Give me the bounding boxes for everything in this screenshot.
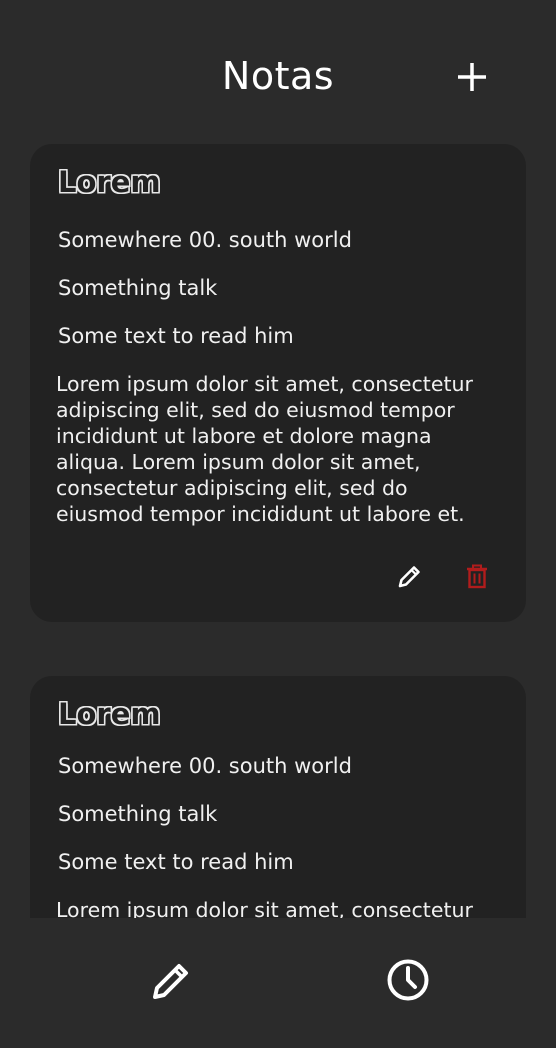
note-line: Somewhere 00. south world	[58, 228, 352, 252]
note-line: Some text to read him	[58, 324, 294, 348]
nav-history-button[interactable]	[384, 956, 432, 1004]
nav-edit-button[interactable]	[148, 956, 196, 1004]
clock-icon	[387, 959, 429, 1001]
note-line: Somewhere 00. south world	[58, 754, 352, 778]
notes-list[interactable]: Lorem Somewhere 00. south world Somethin…	[0, 144, 556, 918]
header: Notas	[0, 0, 556, 150]
note-body: Lorem ipsum dolor sit amet, consectetur	[56, 898, 473, 918]
notes-app: Notas Lorem Somewhere 00. south world So…	[0, 0, 556, 1048]
note-card[interactable]: Lorem Somewhere 00. south world Somethin…	[30, 144, 526, 622]
pencil-icon	[398, 566, 420, 588]
note-actions	[390, 560, 510, 594]
note-line: Something talk	[58, 276, 218, 300]
note-title: Lorem	[58, 165, 161, 199]
note-body: Lorem ipsum dolor sit amet, consectetur …	[56, 372, 473, 526]
trash-icon	[467, 564, 487, 589]
note-line: Some text to read him	[58, 850, 294, 874]
note-title: Lorem	[58, 697, 161, 731]
note-line: Something talk	[58, 802, 218, 826]
add-note-button[interactable]	[450, 55, 494, 99]
pencil-icon	[153, 964, 188, 999]
bottom-nav	[0, 918, 556, 1048]
delete-note-button[interactable]	[462, 562, 492, 592]
plus-icon	[458, 63, 486, 91]
note-card[interactable]: Lorem Somewhere 00. south world Somethin…	[30, 676, 526, 918]
edit-note-button[interactable]	[394, 562, 424, 592]
